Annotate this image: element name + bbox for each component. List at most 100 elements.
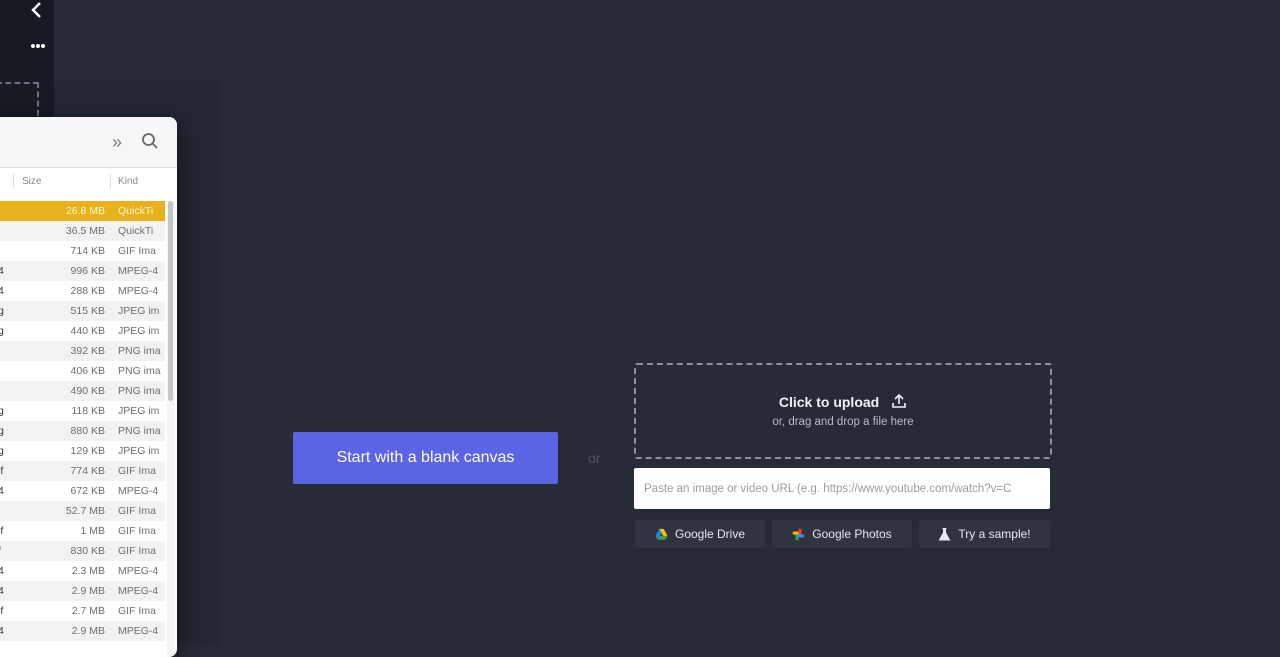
file-size: 672 KB [70, 485, 105, 497]
finder-file-row[interactable]: 4 2.9 MB MPEG-4 [0, 581, 165, 601]
file-kind: PNG ima [118, 365, 161, 377]
google-photos-button[interactable]: Google Photos [772, 520, 912, 548]
try-sample-label: Try a sample! [958, 527, 1031, 541]
finder-toolbar: » [0, 117, 177, 168]
file-size: 440 KB [70, 325, 105, 337]
file-size: 36.5 MB [65, 225, 105, 237]
finder-file-row[interactable]: if 1 MB GIF Ima [0, 521, 165, 541]
file-kind: PNG ima [118, 385, 161, 397]
file-name: 4 [0, 265, 4, 277]
upload-title-text: Click to upload [778, 394, 880, 410]
try-sample-button[interactable]: Try a sample! [919, 520, 1050, 548]
finder-window: » Size Kind 26.8 MB QuickTi 36.5 MB QuickTi… [0, 117, 177, 657]
file-name: 4 [0, 625, 4, 637]
media-url-input[interactable] [634, 468, 1050, 509]
file-kind: GIF Ima [118, 605, 156, 617]
file-kind: PNG ima [118, 425, 161, 437]
file-size: 515 KB [70, 305, 105, 317]
ellipsis-icon[interactable] [30, 39, 46, 53]
finder-file-list: 26.8 MB QuickTi 36.5 MB QuickTi 714 KB GIF Im… [0, 201, 165, 641]
finder-file-row[interactable]: g 880 KB PNG ima [0, 421, 165, 441]
finder-file-row[interactable]: 4 672 KB MPEG-4 [0, 481, 165, 501]
upload-title: Click to upload [636, 393, 1050, 410]
file-kind: PNG ima [118, 345, 161, 357]
file-kind: MPEG-4 [118, 485, 159, 497]
finder-file-row[interactable]: 26.8 MB QuickTi [0, 201, 165, 221]
finder-scrollbar-thumb[interactable] [168, 201, 173, 401]
file-name: g [0, 325, 4, 337]
file-size: 714 KB [70, 245, 105, 257]
finder-file-row[interactable]: g 515 KB JPEG im [0, 301, 165, 321]
flask-icon [939, 527, 951, 540]
file-size: 118 KB [71, 405, 105, 417]
file-size: 288 KB [70, 285, 105, 297]
file-kind: JPEG im [118, 405, 160, 417]
file-kind: GIF Ima [118, 545, 156, 557]
file-size: 2.9 MB [71, 585, 105, 597]
file-kind: GIF Ima [118, 505, 156, 517]
file-size: 880 KB [70, 425, 105, 437]
upload-icon [892, 393, 906, 408]
upload-dropzone[interactable]: Click to upload or, drag and drop a file… [634, 363, 1052, 459]
file-size: 2.9 MB [71, 625, 105, 637]
finder-file-row[interactable]: if 2.7 MB GIF Ima [0, 601, 165, 621]
file-kind: MPEG-4 [118, 285, 159, 297]
finder-file-row[interactable]: 36.5 MB QuickTi [0, 221, 165, 241]
finder-file-row[interactable]: 4 288 KB MPEG-4 [0, 281, 165, 301]
search-icon[interactable] [141, 132, 159, 150]
google-drive-icon [655, 528, 668, 540]
finder-file-row[interactable]: 392 KB PNG ima [0, 341, 165, 361]
file-name: if [0, 525, 4, 537]
column-kind[interactable]: Kind [118, 176, 138, 187]
finder-column-header: Size Kind [0, 172, 177, 190]
file-name: g [0, 405, 4, 417]
file-size: 1 MB [80, 525, 105, 537]
finder-file-row[interactable]: 4 2.9 MB MPEG-4 [0, 621, 165, 641]
file-name: if [0, 465, 4, 477]
file-size: 830 KB [70, 545, 105, 557]
file-name: if [0, 605, 4, 617]
file-size: 52.7 MB [65, 505, 105, 517]
file-kind: MPEG-4 [118, 565, 159, 577]
finder-file-row[interactable]: g 440 KB JPEG im [0, 321, 165, 341]
chevron-left-icon[interactable] [29, 1, 45, 19]
google-photos-icon [792, 527, 805, 541]
finder-file-row[interactable]: 406 KB PNG ima [0, 361, 165, 381]
file-kind: MPEG-4 [118, 585, 159, 597]
finder-file-row[interactable]: g 129 KB JPEG im [0, 441, 165, 461]
blank-canvas-button[interactable]: Start with a blank canvas [293, 432, 558, 484]
finder-file-row[interactable]: 4 2.3 MB MPEG-4 [0, 561, 165, 581]
file-size: 406 KB [70, 365, 105, 377]
file-kind: GIF Ima [118, 525, 156, 537]
file-size: 2.7 MB [71, 605, 105, 617]
file-size: 26.8 MB [65, 205, 105, 217]
finder-file-row[interactable]: f 830 KB GIF Ima [0, 541, 165, 561]
file-name: f [0, 545, 1, 557]
finder-file-row[interactable]: 714 KB GIF Ima [0, 241, 165, 261]
finder-file-row[interactable]: if 774 KB GIF Ima [0, 461, 165, 481]
google-drive-label: Google Drive [674, 527, 746, 541]
finder-file-row[interactable]: 4 996 KB MPEG-4 [0, 261, 165, 281]
file-size: 392 KB [70, 345, 105, 357]
file-size: 774 KB [70, 465, 105, 477]
file-kind: MPEG-4 [118, 265, 159, 277]
file-size: 490 KB [70, 385, 105, 397]
file-name: 4 [0, 585, 4, 597]
google-drive-button[interactable]: Google Drive [635, 520, 765, 548]
file-size: 996 KB [70, 265, 105, 277]
file-kind: GIF Ima [118, 245, 156, 257]
file-kind: GIF Ima [118, 465, 156, 477]
file-kind: MPEG-4 [118, 625, 159, 637]
file-name: g [0, 425, 4, 437]
file-kind: QuickTi [118, 225, 154, 237]
file-kind: JPEG im [118, 305, 160, 317]
file-name: 4 [0, 565, 4, 577]
finder-file-row[interactable]: g 118 KB JPEG im [0, 401, 165, 421]
file-kind: JPEG im [118, 445, 160, 457]
file-name: g [0, 445, 4, 457]
double-chevron-right-icon[interactable]: » [112, 132, 122, 153]
finder-file-row[interactable]: 52.7 MB GIF Ima [0, 501, 165, 521]
file-kind: JPEG im [118, 325, 160, 337]
column-size[interactable]: Size [22, 176, 41, 187]
finder-file-row[interactable]: 490 KB PNG ima [0, 381, 165, 401]
